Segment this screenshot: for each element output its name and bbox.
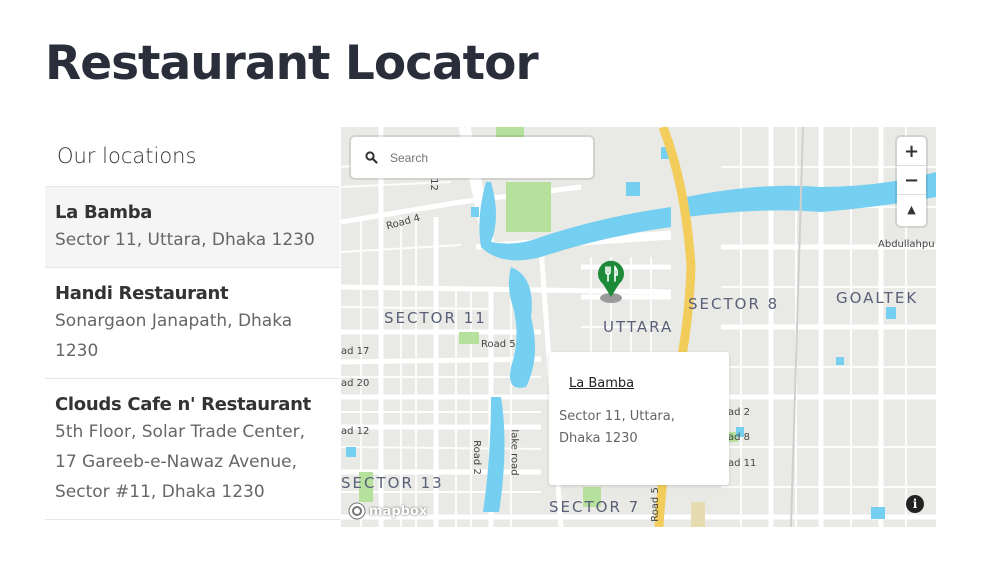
listing-item[interactable]: Clouds Cafe n' Restaurant 5th Floor, Sol…	[45, 378, 340, 520]
area-label-goaltek: GOALTEK	[836, 289, 919, 307]
popup-title[interactable]: La Bamba	[569, 376, 634, 391]
popup-address: Sector 11, Uttara, Dhaka 1230	[559, 409, 675, 446]
road-label: ad 12	[341, 426, 370, 437]
mapbox-logo-icon	[348, 502, 366, 520]
area-label-sector-7: SECTOR 7	[549, 498, 641, 516]
road-label: lake road	[508, 429, 520, 476]
search-icon	[365, 151, 378, 164]
road-label: ad 20	[341, 378, 370, 389]
zoom-out-button[interactable]: −	[897, 166, 926, 195]
map[interactable]: SECTOR 11 UTTARA SECTOR 8 GOALTEK SECTOR…	[341, 127, 936, 527]
listing-address: Sonargaon Janapath, Dhaka 1230	[55, 311, 293, 361]
road-label: 12	[427, 178, 439, 191]
info-icon: i	[912, 497, 918, 511]
area-label-sector-13: SECTOR 13	[341, 474, 444, 492]
listing-title[interactable]: Handi Restaurant	[55, 282, 330, 306]
map-pin-icon	[598, 260, 624, 303]
road-label: ad 8	[728, 432, 751, 443]
compass-icon: ▲	[907, 203, 916, 216]
listing-item[interactable]: La Bamba Sector 11, Uttara, Dhaka 1230	[45, 186, 340, 267]
compass-button[interactable]: ▲	[897, 195, 926, 224]
search-input[interactable]	[390, 150, 580, 165]
road-label: Road 5	[481, 339, 516, 350]
road-label: Road 2	[470, 440, 482, 475]
listing-title[interactable]: Clouds Cafe n' Restaurant	[55, 393, 330, 417]
road-label: Abdullahpu	[878, 239, 935, 250]
map-search[interactable]	[351, 137, 593, 178]
locations-sidebar: Our locations La Bamba Sector 11, Uttara…	[45, 127, 340, 520]
listing-item[interactable]: Handi Restaurant Sonargaon Janapath, Dha…	[45, 267, 340, 378]
area-label-uttara: UTTARA	[603, 318, 674, 336]
navigation-control: + − ▲	[897, 137, 926, 226]
listing-address: 5th Floor, Solar Trade Center, 17 Gareeb…	[55, 422, 306, 502]
listing-address: Sector 11, Uttara, Dhaka 1230	[55, 230, 315, 250]
mapbox-wordmark: mapbox	[369, 503, 428, 519]
page-title: Restaurant Locator	[45, 36, 539, 91]
location-popup: La Bamba Sector 11, Uttara, Dhaka 1230	[549, 352, 729, 485]
road-label: ad 11	[728, 458, 757, 469]
mapbox-logo[interactable]: mapbox	[348, 502, 427, 520]
area-label-sector-11: SECTOR 11	[384, 309, 487, 327]
road-label: Road 5	[649, 487, 661, 522]
road-label: ad 17	[341, 346, 370, 357]
restaurant-marker[interactable]	[594, 257, 628, 307]
zoom-in-button[interactable]: +	[897, 137, 926, 166]
sidebar-heading: Our locations	[57, 144, 197, 168]
listing-title[interactable]: La Bamba	[55, 201, 330, 225]
attribution-info-button[interactable]: i	[906, 495, 924, 513]
area-label-sector-8: SECTOR 8	[688, 295, 780, 313]
road-label: ad 2	[728, 407, 751, 418]
